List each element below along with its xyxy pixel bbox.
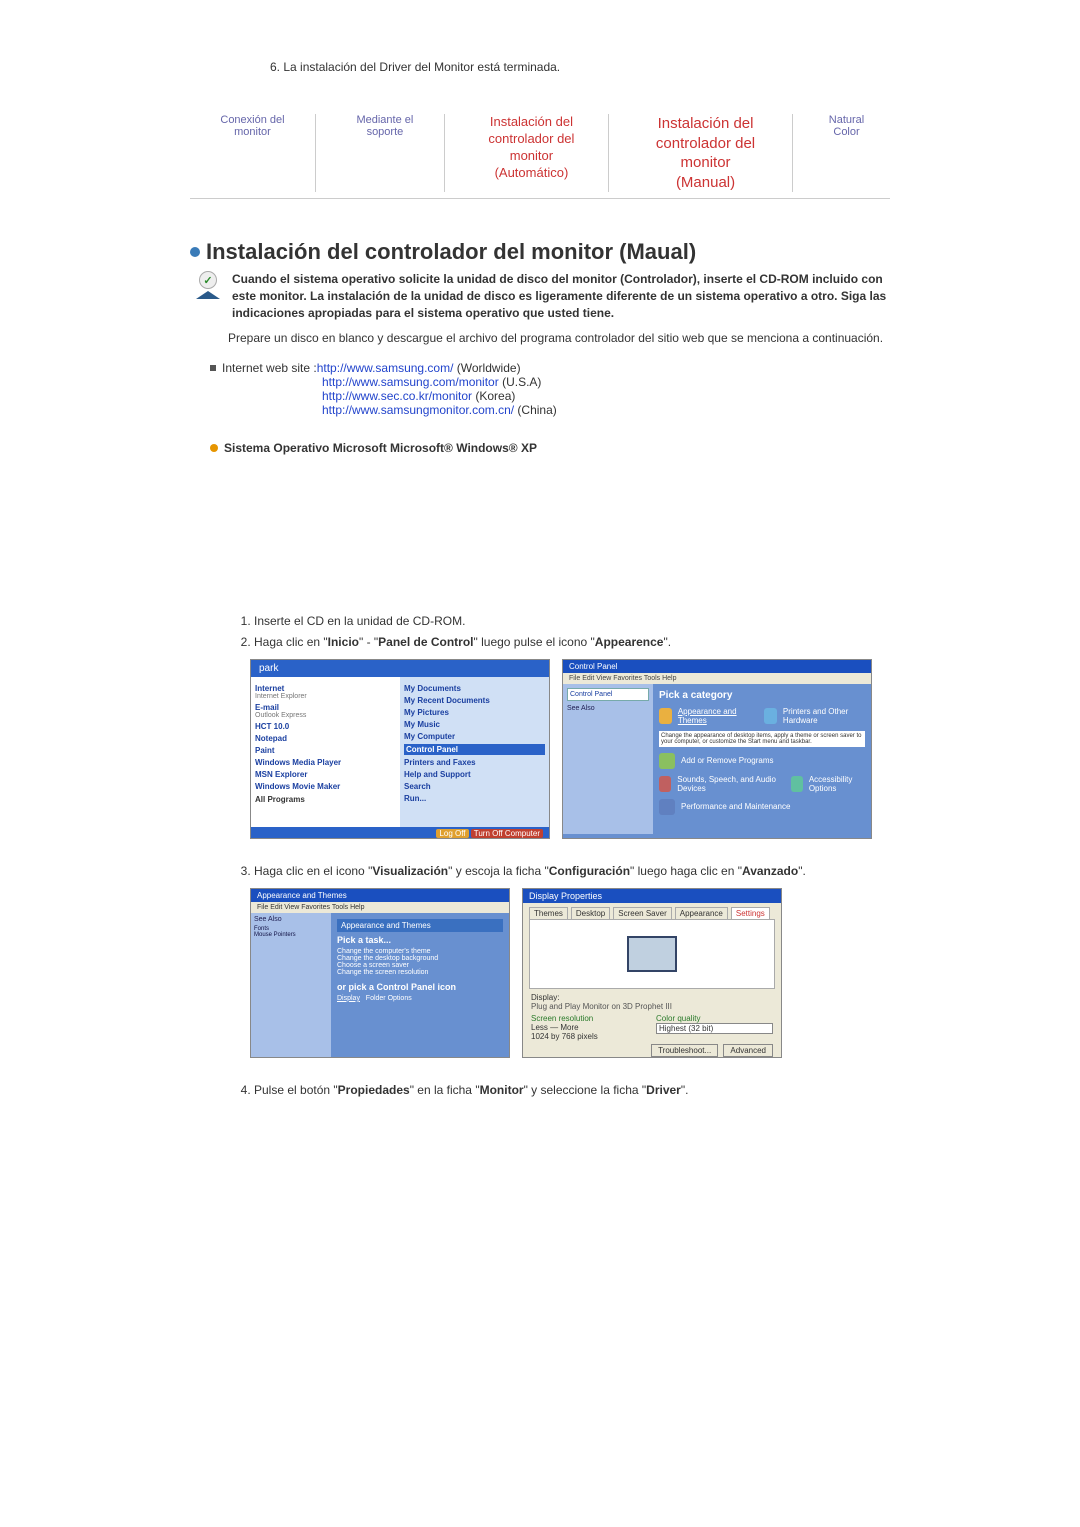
step-4: Pulse el botón "Propiedades" en la ficha… [254,1082,890,1099]
screenshot-display-properties: Display Properties Themes Desktop Screen… [522,888,782,1058]
square-bullet-icon [210,365,216,371]
tab-soporte[interactable]: Mediante el soporte [326,114,445,192]
tab-natural-color[interactable]: Natural Color [803,114,890,192]
os-subheading: Sistema Operativo Microsoft Microsoft® W… [210,441,890,455]
step-1: Inserte el CD en la unidad de CD-ROM. [254,613,890,630]
link-usa[interactable]: http://www.samsung.com/monitor [322,375,499,389]
bullet-icon [190,247,200,257]
tab-driver-auto[interactable]: Instalación del controlador del monitor … [455,114,609,192]
section-heading: Instalación del controlador del monitor … [206,239,696,265]
internet-line: Internet web site :http://www.samsung.co… [222,361,521,375]
link-china[interactable]: http://www.samsungmonitor.com.cn/ [322,403,514,417]
note-plain-text: Prepare un disco en blanco y descargue e… [228,331,890,345]
link-korea[interactable]: http://www.sec.co.kr/monitor [322,389,472,403]
loc-usa: (U.S.A) [499,375,542,389]
screenshot-appearance-themes: Appearance and Themes File Edit View Fav… [250,888,510,1058]
step-3: Haga clic en el icono "Visualización" y … [254,863,890,880]
section-tabs: Conexión del monitor Mediante el soporte… [190,114,890,199]
loc-korea: (Korea) [472,389,515,403]
screenshot-start-menu: park InternetInternet Explorer E-mailOut… [250,659,550,839]
screenshot-control-panel: Control Panel File Edit View Favorites T… [562,659,872,839]
loc-china: (China) [514,403,557,417]
step-2: Haga clic en "Inicio" - "Panel de Contro… [254,634,890,651]
step-6-text: 6. La instalación del Driver del Monitor… [270,60,890,74]
start-user: park [251,660,549,677]
link-worldwide[interactable]: http://www.samsung.com/ [317,361,454,375]
orange-bullet-icon [210,444,218,452]
tab-driver-manual[interactable]: Instalación del controlador del monitor … [619,114,793,192]
note-icon: ✓ [196,271,224,299]
tab-conexion[interactable]: Conexión del monitor [190,114,316,192]
note-bold-text: Cuando el sistema operativo solicite la … [232,271,890,321]
